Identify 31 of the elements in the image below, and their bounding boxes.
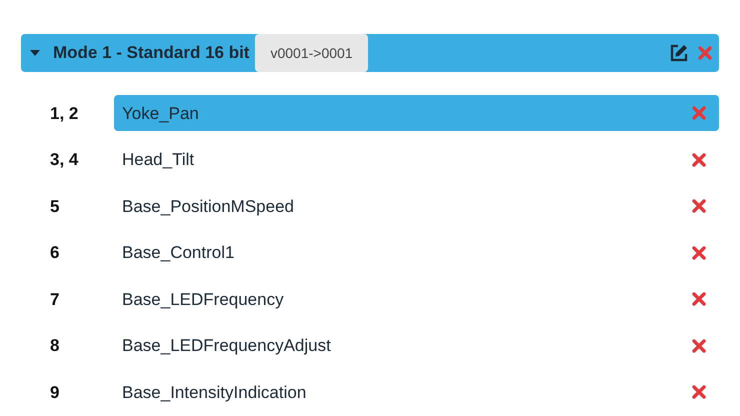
channel-name: Base_LEDFrequency — [122, 288, 285, 310]
delete-icon[interactable] — [691, 291, 707, 308]
channel-number: 8 — [49, 335, 60, 357]
delete-icon[interactable] — [691, 338, 707, 354]
channel-item[interactable]: Head_Tilt — [114, 142, 719, 178]
channel-number: 1, 2 — [49, 102, 80, 124]
delete-icon[interactable] — [691, 152, 707, 168]
version-label: v0001->0001 — [255, 34, 368, 72]
channel-name: Base_Control1 — [122, 242, 236, 264]
delete-icon[interactable] — [691, 244, 707, 261]
edit-icon[interactable] — [669, 43, 689, 63]
delete-icon[interactable] — [691, 198, 707, 214]
channel-name: Base_IntensityIndication — [122, 382, 308, 404]
channel-number: 5 — [49, 196, 60, 218]
channel-name: Base_LEDFrequencyAdjust — [122, 335, 332, 357]
mode-header[interactable]: Mode 1 - Standard 16 bit v0001->0001 — [21, 34, 719, 72]
channel-item[interactable]: Base_Control1 — [114, 234, 719, 271]
channel-item[interactable]: Yoke_Pan — [114, 95, 719, 132]
channel-item[interactable]: Base_IntensityIndication — [114, 374, 719, 410]
channel-number: 3, 4 — [49, 149, 80, 171]
delete-icon[interactable] — [691, 384, 707, 400]
channel-item[interactable]: Base_LEDFrequencyAdjust — [114, 328, 719, 364]
channel-item[interactable]: Base_LEDFrequency — [114, 281, 719, 318]
mode-title: Mode 1 - Standard 16 bit — [53, 42, 250, 64]
channel-name: Base_PositionMSpeed — [122, 196, 296, 218]
channel-number: 9 — [49, 382, 60, 404]
channel-name: Head_Tilt — [122, 149, 196, 171]
channel-number: 7 — [49, 288, 60, 310]
channel-name: Yoke_Pan — [122, 102, 200, 124]
channel-number: 6 — [49, 242, 60, 264]
channel-item[interactable]: Base_PositionMSpeed — [114, 188, 719, 224]
